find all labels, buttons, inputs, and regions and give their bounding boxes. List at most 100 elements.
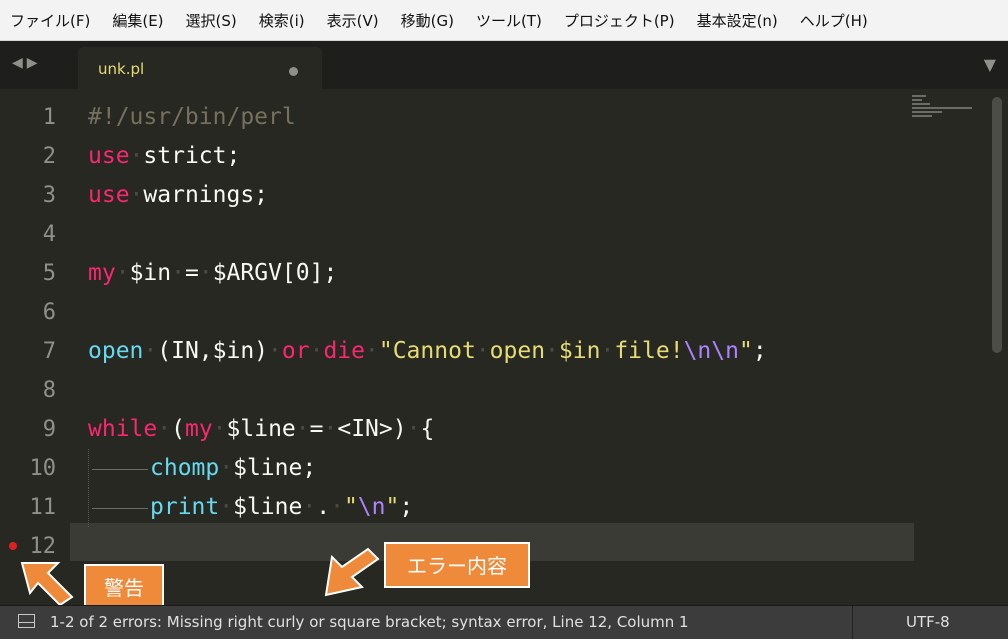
code-token: use (88, 143, 130, 169)
line-number: 3 (42, 183, 56, 208)
menu-item[interactable]: 移動(G) (391, 10, 464, 31)
code-line: my·$in·=·$ARGV[0]; (88, 254, 918, 293)
code-token: · (545, 338, 559, 364)
vertical-scrollbar[interactable] (992, 97, 1002, 353)
code-token: my (184, 416, 213, 442)
code-token: · (295, 416, 310, 442)
menu-item[interactable]: 基本設定(n) (687, 10, 788, 31)
line-number: 1 (42, 105, 56, 130)
code-token: · (171, 260, 185, 286)
code-token: open (489, 338, 546, 364)
code-token: · (143, 338, 158, 364)
menu-item[interactable]: 編集(E) (102, 10, 173, 31)
tab-bar: ◀▶ unk.pl ▼ (0, 41, 1008, 89)
code-token: $line; (233, 455, 317, 481)
code-token: · (302, 494, 317, 520)
code-line: open·(IN,$in)·or·die·"Cannot·open·$in·fi… (88, 332, 918, 371)
warning-annotation-label: 警告 (84, 564, 164, 610)
tab-title: unk.pl (98, 60, 145, 78)
code-token: or (281, 338, 310, 364)
code-token: { (420, 416, 435, 442)
line-number: 10 (29, 456, 57, 481)
code-line: use·strict; (88, 137, 918, 176)
editor-area[interactable]: 1 2 3 4 5 6 7 8 9 10 11 12 #!/usr/bin/perl use·stric… (0, 89, 1008, 610)
error-arrow-icon (324, 547, 380, 597)
code-token: "Cannot (378, 338, 476, 364)
code-token: print (150, 494, 220, 520)
panel-toggle-icon[interactable] (18, 614, 35, 628)
line-number: 9 (42, 417, 56, 442)
code-line: chomp·$line; (88, 449, 918, 488)
code-token: file! (614, 338, 684, 364)
tab-nav-arrows-icon[interactable]: ◀▶ (12, 55, 42, 71)
code-token: · (212, 416, 227, 442)
line-number: 5 (42, 261, 56, 286)
code-token: · (475, 338, 490, 364)
menu-item[interactable]: 表示(V) (317, 10, 389, 31)
menu-item[interactable]: ヘルプ(H) (790, 10, 878, 31)
code-token: chomp (150, 455, 220, 481)
code-token: · (129, 143, 144, 169)
code-token: $line (226, 416, 296, 442)
encoding-indicator[interactable]: UTF-8 (906, 613, 950, 631)
menu-item[interactable]: 選択(S) (176, 10, 247, 31)
status-message: 1-2 of 2 errors: Missing right curly or … (50, 613, 689, 631)
code-text[interactable]: #!/usr/bin/perl use·strict; use·warnings; … (88, 98, 918, 566)
code-token: die (323, 338, 365, 364)
code-token: · (406, 416, 421, 442)
line-number: 4 (42, 222, 56, 247)
code-token: \n (357, 494, 386, 520)
code-token: " (738, 338, 753, 364)
menu-item[interactable]: ツール(T) (466, 10, 552, 31)
line-number-gutter: 1 2 3 4 5 6 7 8 9 10 11 12 (0, 89, 70, 605)
code-token: ; (752, 338, 767, 364)
error-marker-icon (9, 542, 17, 550)
code-token: $in (558, 338, 601, 364)
error-annotation-label: エラー内容 (384, 542, 530, 588)
code-token: · (129, 182, 144, 208)
code-token: · (198, 260, 213, 286)
status-divider (852, 606, 853, 639)
code-token: " (385, 494, 400, 520)
warning-arrow-icon (20, 562, 74, 607)
code-token: <IN>) (337, 416, 407, 442)
code-line: while·(my·$line·=·<IN>)·{ (88, 410, 918, 449)
code-token: $ARGV[0]; (212, 260, 338, 286)
code-token: · (600, 338, 615, 364)
menu-bar: ファイル(F) 編集(E) 選択(S) 検索(i) 表示(V) 移動(G) ツール(T) プロ… (0, 0, 1008, 41)
tab-dropdown-icon[interactable]: ▼ (984, 55, 996, 74)
code-token: · (115, 260, 130, 286)
unsaved-dot-icon[interactable] (289, 67, 298, 76)
line-number: 11 (29, 495, 57, 520)
minimap[interactable] (912, 95, 976, 135)
code-token: #!/usr/bin/perl (88, 104, 296, 130)
code-token: · (323, 416, 338, 442)
menu-item[interactable]: ファイル(F) (0, 10, 100, 31)
line-number: 2 (42, 144, 56, 169)
code-token: strict; (143, 143, 241, 169)
code-token: · (268, 338, 282, 364)
status-bar: 1-2 of 2 errors: Missing right curly or … (0, 605, 1008, 639)
code-line: print·$line·.·"\n"; (88, 488, 918, 527)
line-number: 8 (42, 378, 56, 403)
code-token: warnings; (143, 182, 269, 208)
code-token: · (219, 494, 234, 520)
code-token: · (309, 338, 324, 364)
code-token: \n\n (683, 338, 739, 364)
code-token: = (184, 260, 199, 286)
menu-item[interactable]: 検索(i) (249, 10, 315, 31)
code-token: " (343, 494, 358, 520)
line-number: 7 (42, 339, 56, 364)
code-line: #!/usr/bin/perl (88, 98, 918, 137)
code-token: my (88, 260, 116, 286)
code-token: · (157, 416, 172, 442)
code-token: open (88, 338, 144, 364)
code-token: · (365, 338, 379, 364)
code-token: · (219, 455, 234, 481)
code-line: use·warnings; (88, 176, 918, 215)
tab-unk-pl[interactable]: unk.pl (78, 47, 322, 89)
menu-item[interactable]: プロジェクト(P) (554, 10, 685, 31)
